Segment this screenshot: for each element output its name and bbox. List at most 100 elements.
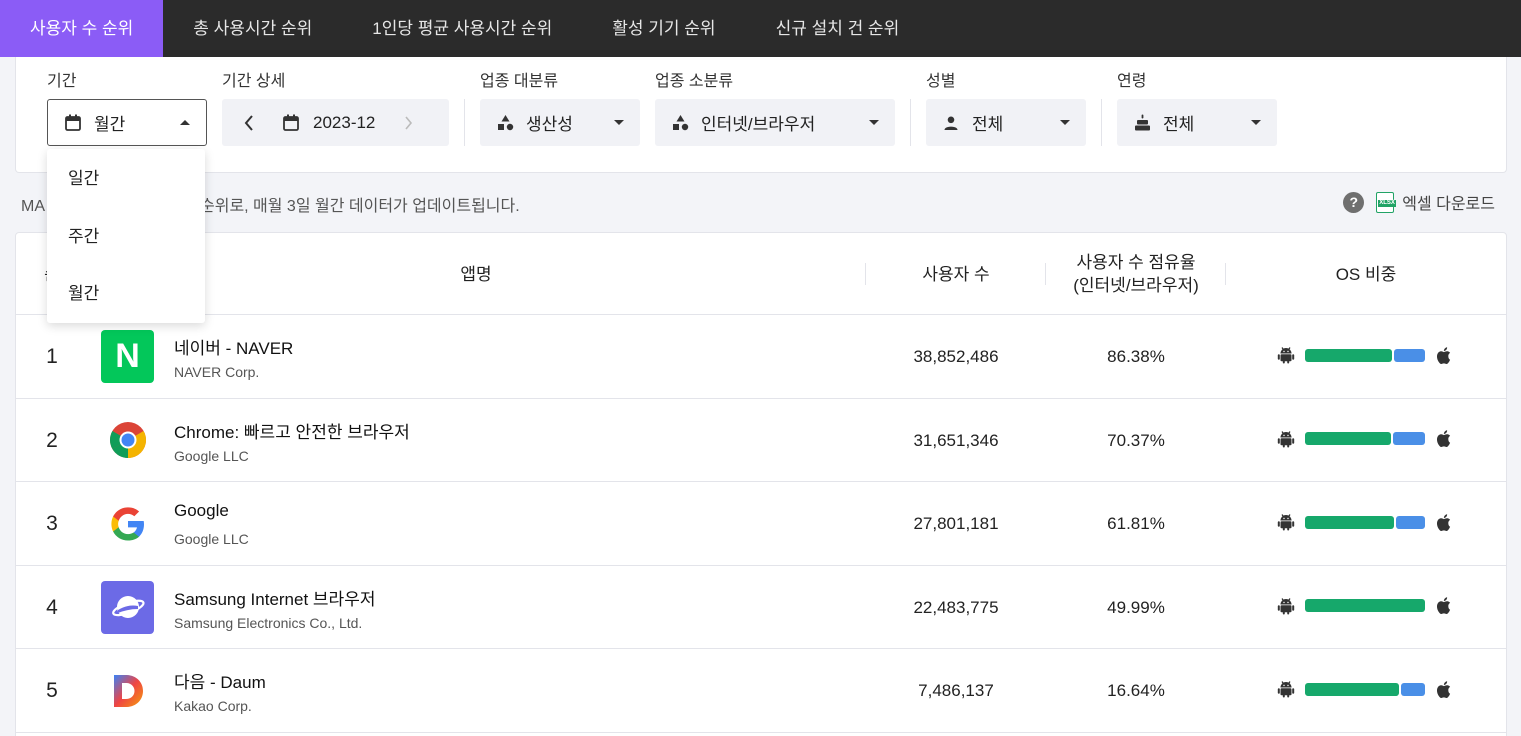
period-dropdown-menu: 일간 주간 월간 <box>47 149 205 323</box>
calendar-icon <box>64 114 82 132</box>
android-share-segment <box>1305 432 1391 445</box>
excel-download-link[interactable]: 엑셀 다운로드 <box>1402 190 1495 214</box>
user-count: 27,801,181 <box>913 514 999 533</box>
os-share-bar <box>1305 515 1425 529</box>
naver-logo: N <box>101 330 154 383</box>
divider <box>464 99 465 146</box>
gender-select[interactable]: 전체 <box>926 99 1086 146</box>
os-ratio <box>1277 513 1451 531</box>
period-select[interactable]: 월간 <box>47 99 207 146</box>
cake-icon <box>1133 114 1151 132</box>
tab-total-usage-time[interactable]: 총 사용시간 순위 <box>163 0 342 57</box>
tab-user-count[interactable]: 사용자 수 순위 <box>0 0 164 57</box>
age-select[interactable]: 전체 <box>1117 99 1277 146</box>
period-option-monthly[interactable]: 월간 <box>47 265 205 323</box>
rank-number: 5 <box>46 679 58 702</box>
app-name[interactable]: Chrome: 빠르고 안전한 브라우저 <box>174 418 410 443</box>
os-share-bar <box>1305 348 1425 362</box>
divider <box>1101 99 1102 146</box>
table-header: 순 앱명 사용자 수 사용자 수 점유율 (인터넷/브라우저) OS 비중 <box>16 233 1506 315</box>
app-company: Google LLC <box>174 447 249 464</box>
caret-down-icon <box>1251 120 1261 125</box>
daum-logo <box>101 664 154 717</box>
category-icon <box>496 114 514 132</box>
user-count: 31,651,346 <box>913 430 999 450</box>
age-label: 연령 <box>1117 73 1147 90</box>
app-name[interactable]: Samsung Internet 브라우저 <box>174 585 375 610</box>
divider <box>910 99 911 146</box>
gender-label: 성별 <box>926 73 956 90</box>
rank-number: 2 <box>46 428 58 452</box>
user-share: 49.99% <box>1107 597 1165 617</box>
period-label: 기간 <box>47 73 77 90</box>
android-share-segment <box>1305 348 1392 362</box>
period-detail-picker: 2023-12 <box>222 99 449 146</box>
user-share: 86.38% <box>1107 347 1165 366</box>
android-icon <box>1277 430 1295 447</box>
os-ratio <box>1277 680 1451 698</box>
period-option-weekly[interactable]: 주간 <box>47 208 205 266</box>
description-prefix: MA <box>21 198 45 215</box>
help-icon[interactable]: ? <box>1343 191 1365 213</box>
tab-new-installs[interactable]: 신규 설치 건 순위 <box>746 0 930 57</box>
col-app-header: 앱명 <box>460 264 492 284</box>
gender-filter: 성별 <box>926 71 955 93</box>
excel-file-icon: XLSX <box>1376 191 1396 213</box>
android-icon <box>1277 347 1295 364</box>
rank-number: 1 <box>46 345 58 368</box>
period-detail-label: 기간 상세 <box>222 73 286 90</box>
user-share: 16.64% <box>1107 681 1165 700</box>
os-ratio <box>1277 430 1451 448</box>
ranking-table: 순 앱명 사용자 수 사용자 수 점유율 (인터넷/브라우저) OS 비중 1 … <box>15 232 1507 736</box>
period-detail-filter: 기간 상세 <box>222 71 285 93</box>
table-row[interactable]: 4 Samsung Internet 브라우저 Samsung Electron… <box>16 566 1506 649</box>
caret-down-icon <box>1060 120 1070 125</box>
android-icon <box>1277 597 1295 614</box>
app-company: NAVER Corp. <box>174 364 260 380</box>
apple-icon <box>1436 513 1451 531</box>
col-share-header[interactable]: 사용자 수 점유율 (인터넷/브라우저) <box>1046 233 1226 315</box>
user-count: 7,486,137 <box>918 681 994 700</box>
android-share-segment <box>1305 515 1394 529</box>
os-ratio <box>1277 346 1451 364</box>
rank-number: 3 <box>46 512 58 535</box>
major-category-select[interactable]: 생산성 <box>480 99 640 146</box>
chevron-right-icon[interactable] <box>405 115 413 130</box>
chevron-left-icon[interactable] <box>244 114 258 131</box>
os-share-bar <box>1305 599 1425 612</box>
table-row[interactable]: 3 Google Google LLC 27,801,181 61.81% <box>16 482 1506 566</box>
tab-avg-usage-time[interactable]: 1인당 평균 사용시간 순위 <box>342 0 582 57</box>
apple-icon <box>1436 346 1451 364</box>
app-name[interactable]: 다음 - Daum <box>174 668 266 693</box>
age-filter: 연령 <box>1117 71 1146 93</box>
table-body: 1 N 네이버 - NAVER NAVER Corp. 38,852,486 8… <box>16 315 1506 733</box>
period-value: 월간 <box>94 115 126 134</box>
user-count: 38,852,486 <box>913 347 999 366</box>
apple-icon <box>1436 430 1451 447</box>
description-text: ers) 순위로, 매월 3일 월간 데이터가 업데이트됩니다. <box>168 198 520 215</box>
minor-category-filter: 업종 소분류 <box>655 71 733 93</box>
period-option-daily[interactable]: 일간 <box>47 150 205 208</box>
period-filter: 기간 <box>47 71 76 93</box>
ranking-tabs: 사용자 수 순위 총 사용시간 순위 1인당 평균 사용시간 순위 활성 기기 … <box>0 0 1521 57</box>
table-row[interactable]: 2 Chrome: 빠르고 안전한 브라우저 Google LLC 31,651… <box>16 399 1506 482</box>
os-share-bar <box>1305 432 1425 445</box>
samsung-internet-logo <box>101 580 154 634</box>
table-row[interactable]: 5 다음 - Daum Kakao Corp. 7,486,137 16.64% <box>16 649 1506 733</box>
col-users-header[interactable]: 사용자 수 <box>866 233 1046 315</box>
android-share-segment <box>1305 682 1399 696</box>
excel-badge: XLSX <box>1378 199 1396 207</box>
table-row[interactable]: 1 N 네이버 - NAVER NAVER Corp. 38,852,486 8… <box>16 315 1506 399</box>
user-count: 22,483,775 <box>913 597 999 617</box>
share-header-line1: 사용자 수 점유율 <box>1076 253 1196 272</box>
table-tools: ? XLSX 엑셀 다운로드 <box>1343 190 1495 214</box>
caret-down-icon <box>869 120 879 125</box>
app-name[interactable]: Google <box>174 501 229 521</box>
app-name[interactable]: 네이버 - NAVER <box>174 334 293 359</box>
major-category-filter: 업종 대분류 <box>480 71 558 93</box>
ios-share-segment <box>1401 682 1425 696</box>
user-share: 70.37% <box>1107 430 1165 450</box>
age-value: 전체 <box>1163 115 1195 134</box>
minor-category-select[interactable]: 인터넷/브라우저 <box>655 99 895 146</box>
tab-active-devices[interactable]: 활성 기기 순위 <box>582 0 745 57</box>
